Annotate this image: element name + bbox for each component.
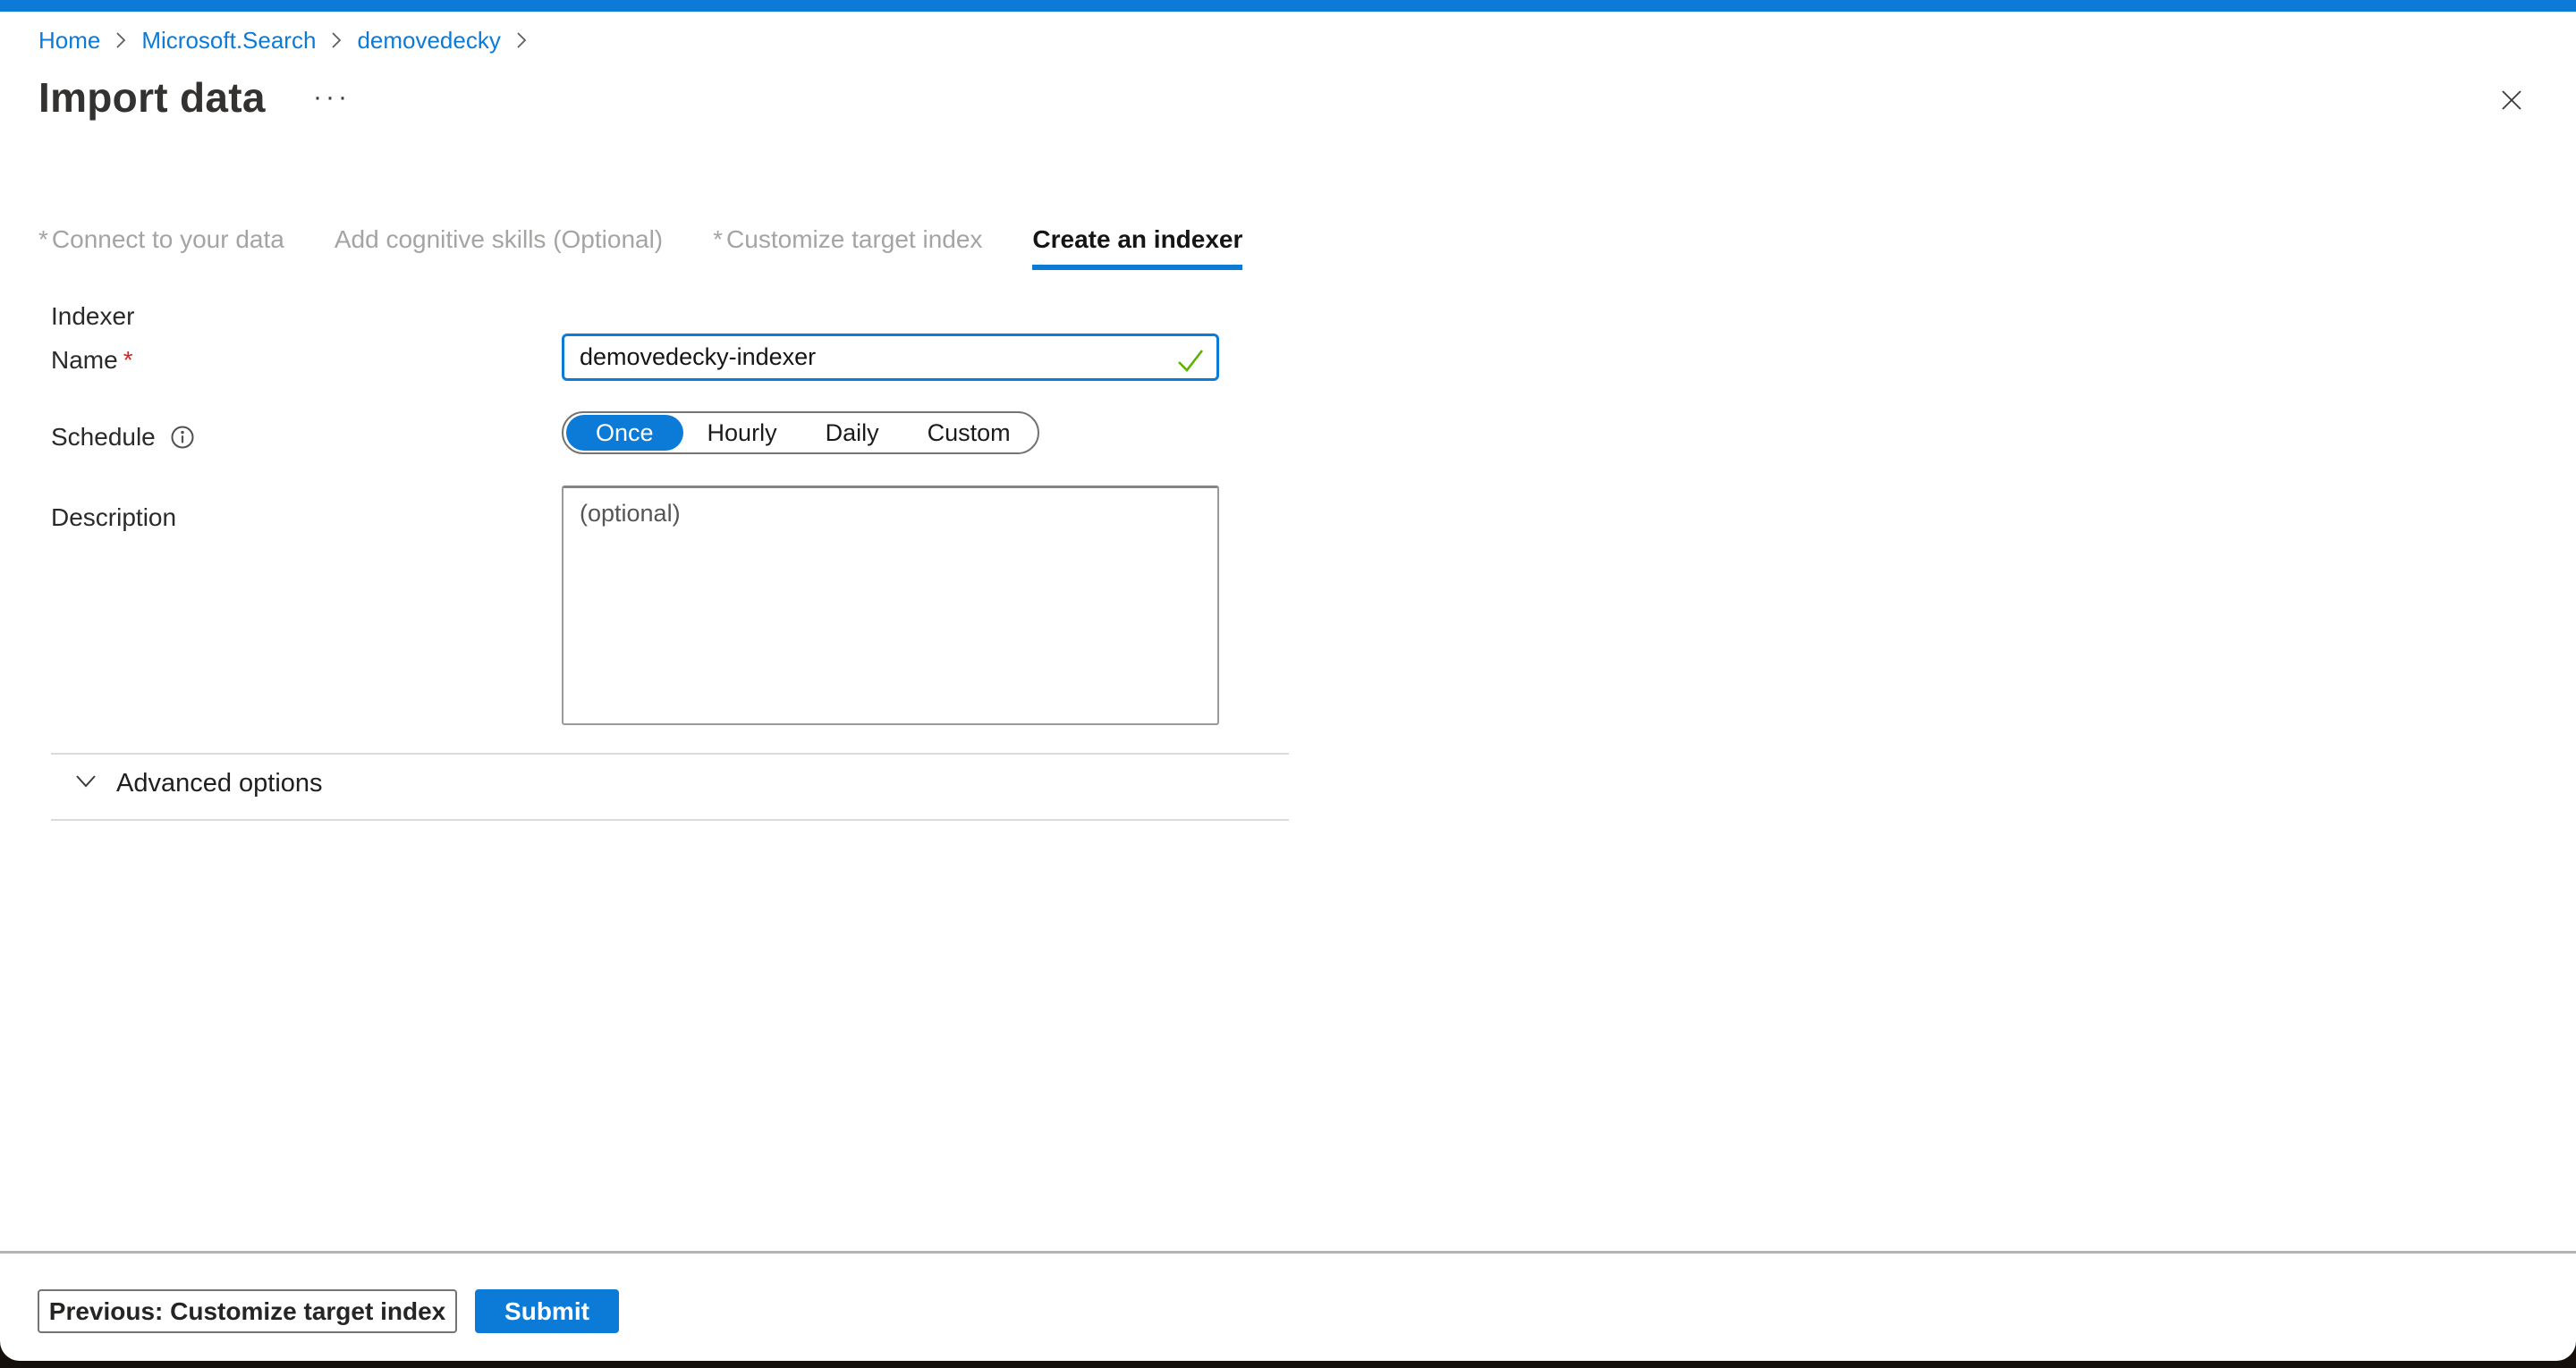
- tab-label: Customize target index: [726, 225, 982, 253]
- page-title: Import data: [38, 73, 266, 122]
- tab-label: Add cognitive skills (Optional): [335, 225, 663, 253]
- tab-connect-to-your-data[interactable]: *Connect to your data: [38, 225, 284, 270]
- indexer-name-input[interactable]: [562, 334, 1219, 381]
- tab-label: Connect to your data: [52, 225, 284, 253]
- schedule-option-daily[interactable]: Daily: [801, 415, 903, 451]
- schedule-option-once[interactable]: Once: [566, 415, 683, 451]
- chevron-down-icon: [73, 773, 98, 794]
- tab-customize-target-index[interactable]: *Customize target index: [713, 225, 982, 270]
- required-asterisk: *: [123, 346, 133, 374]
- advanced-options-expander[interactable]: Advanced options: [73, 769, 323, 798]
- close-icon[interactable]: [2497, 86, 2526, 114]
- schedule-option-hourly[interactable]: Hourly: [683, 415, 801, 451]
- indexer-section-label: Indexer: [51, 302, 134, 331]
- breadcrumb-demovedecky-link[interactable]: demovedecky: [357, 27, 500, 55]
- valid-check-icon: [1175, 347, 1206, 378]
- tab-add-cognitive-skills[interactable]: Add cognitive skills (Optional): [335, 225, 663, 270]
- schedule-label: Schedule: [51, 423, 156, 452]
- divider: [51, 819, 1289, 821]
- breadcrumb: Home Microsoft.Search demovedecky: [38, 23, 530, 57]
- divider: [51, 753, 1289, 755]
- import-data-panel: Home Microsoft.Search demovedecky Import…: [0, 0, 2576, 1361]
- schedule-option-custom[interactable]: Custom: [903, 415, 1035, 451]
- required-asterisk: *: [38, 225, 48, 253]
- required-asterisk: *: [713, 225, 723, 253]
- footer-divider: [0, 1251, 2576, 1254]
- description-label: Description: [51, 503, 176, 532]
- schedule-toggle-group: Once Hourly Daily Custom: [562, 411, 1039, 454]
- chevron-right-icon: [328, 29, 344, 52]
- info-icon[interactable]: [170, 425, 195, 450]
- tab-create-an-indexer[interactable]: Create an indexer: [1032, 225, 1242, 270]
- advanced-options-label: Advanced options: [116, 769, 323, 798]
- previous-step-button[interactable]: Previous: Customize target index: [38, 1289, 457, 1333]
- breadcrumb-home-link[interactable]: Home: [38, 27, 100, 55]
- chevron-right-icon: [513, 29, 530, 52]
- top-accent-bar: [0, 0, 2576, 12]
- wizard-tabs: *Connect to your data Add cognitive skil…: [38, 225, 1242, 270]
- schedule-label-row: Schedule: [51, 423, 195, 452]
- name-label: Name*: [51, 346, 133, 375]
- tab-label: Create an indexer: [1032, 225, 1242, 253]
- ellipsis-menu-icon[interactable]: ···: [313, 82, 351, 113]
- submit-button[interactable]: Submit: [475, 1289, 619, 1333]
- breadcrumb-microsoft-search-link[interactable]: Microsoft.Search: [141, 27, 316, 55]
- description-textarea[interactable]: [562, 486, 1219, 725]
- chevron-right-icon: [113, 29, 129, 52]
